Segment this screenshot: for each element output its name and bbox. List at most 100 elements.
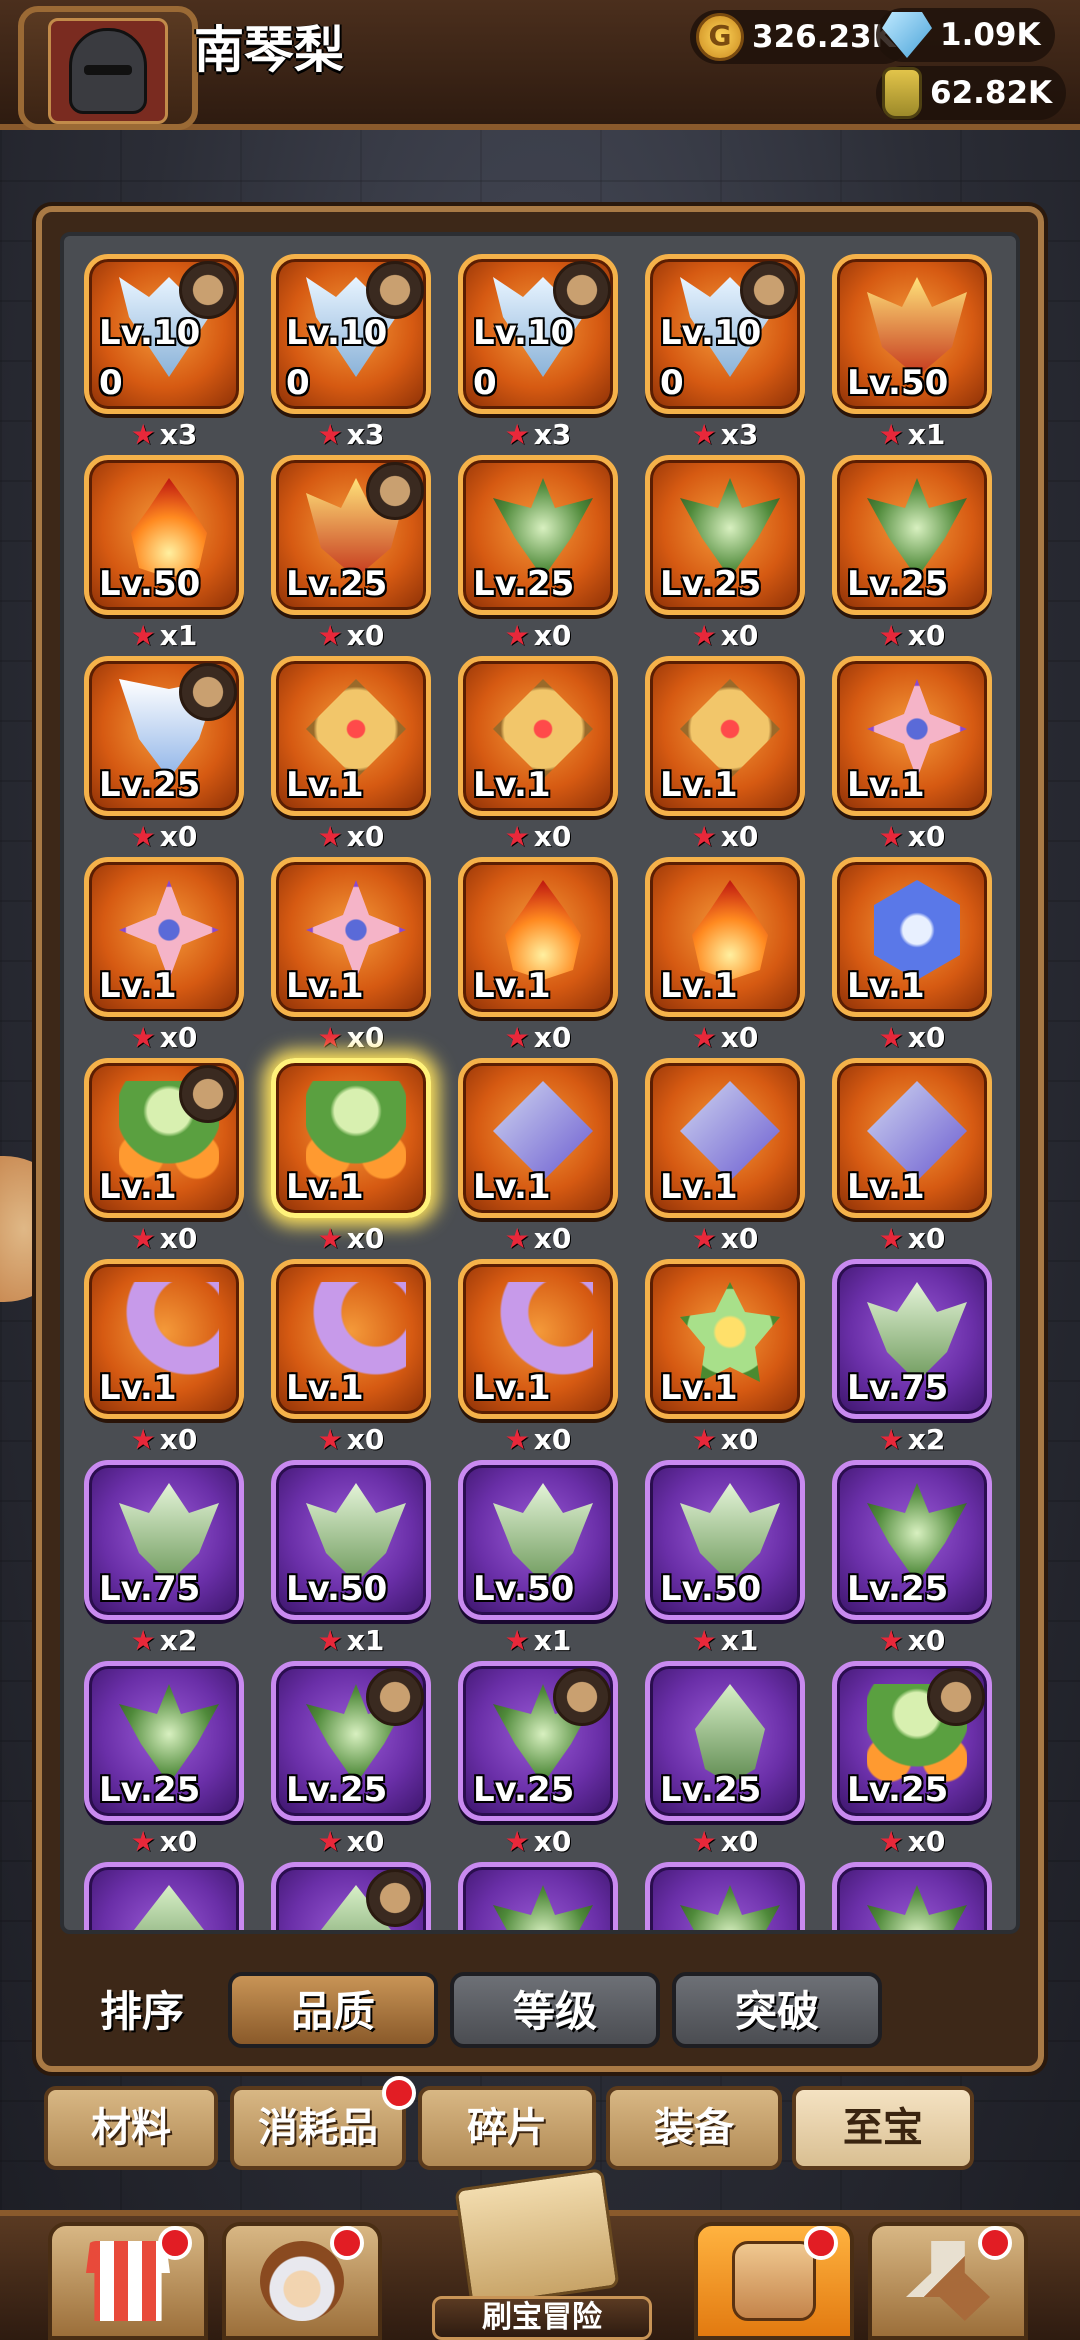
relic-slot[interactable]: Lv.10 0 ★ x3: [645, 254, 805, 454]
purple-relic-tile[interactable]: Lv.75: [84, 1460, 244, 1620]
orange-relic-tile[interactable]: Lv.1: [84, 1259, 244, 1419]
relic-slot[interactable]: Lv.25 ★ x0: [832, 455, 992, 655]
orange-relic-tile[interactable]: Lv.1: [458, 656, 618, 816]
purple-relic-tile[interactable]: [458, 1862, 618, 1930]
relic-slot[interactable]: Lv.1 ★ x0: [832, 656, 992, 856]
gem-counter[interactable]: 1.09K: [876, 8, 1055, 62]
relic-slot[interactable]: Lv.50 ★ x1: [458, 1460, 618, 1660]
relic-slot[interactable]: Lv.25 ★ x0: [271, 455, 431, 655]
orange-relic-tile[interactable]: Lv.10 0: [458, 254, 618, 414]
relic-slot[interactable]: [458, 1862, 618, 1930]
relic-slot[interactable]: Lv.25 ★ x0: [458, 1661, 618, 1861]
relic-slot[interactable]: Lv.25 ★ x0: [832, 1661, 992, 1861]
orange-relic-tile[interactable]: Lv.1: [645, 656, 805, 816]
relic-slot[interactable]: Lv.1 ★ x0: [458, 1058, 618, 1258]
relic-slot[interactable]: [645, 1862, 805, 1930]
relic-slot[interactable]: Lv.10 0 ★ x3: [271, 254, 431, 454]
purple-relic-tile[interactable]: Lv.25: [84, 1661, 244, 1821]
orange-relic-tile[interactable]: Lv.25: [271, 455, 431, 615]
relic-slot[interactable]: Lv.25 ★ x0: [458, 455, 618, 655]
orange-relic-tile[interactable]: Lv.1: [84, 1058, 244, 1218]
orange-relic-tile[interactable]: Lv.1: [832, 656, 992, 816]
relic-slot[interactable]: Lv.50 ★ x1: [832, 254, 992, 454]
relic-slot[interactable]: Lv.50 ★ x1: [84, 455, 244, 655]
relic-slot[interactable]: Lv.1 ★ x0: [645, 857, 805, 1057]
relic-slot[interactable]: Lv.25 ★ x0: [645, 455, 805, 655]
relic-slot[interactable]: Lv.25 ★ x0: [84, 656, 244, 856]
relic-slot[interactable]: Lv.75 ★ x2: [84, 1460, 244, 1660]
orange-relic-tile[interactable]: Lv.10 0: [271, 254, 431, 414]
purple-relic-tile[interactable]: Lv.25: [832, 1661, 992, 1821]
orange-relic-tile[interactable]: Lv.1: [271, 1259, 431, 1419]
relic-slot[interactable]: Lv.75 ★ x2: [832, 1259, 992, 1459]
relic-slot[interactable]: Lv.25 ★ x0: [832, 1460, 992, 1660]
relic-slot[interactable]: Lv.1 ★ x0: [84, 857, 244, 1057]
relic-slot[interactable]: Lv.1 ★ x0: [271, 1259, 431, 1459]
purple-relic-tile[interactable]: [645, 1862, 805, 1930]
relic-slot[interactable]: Lv.1 ★ x0: [271, 656, 431, 856]
relic-slot[interactable]: Lv.1 ★ x0: [645, 1058, 805, 1258]
orange-relic-tile[interactable]: Lv.50: [84, 455, 244, 615]
orange-relic-tile[interactable]: Lv.10 0: [84, 254, 244, 414]
nav-treasure-adventure[interactable]: 刷宝冒险: [392, 2168, 688, 2340]
purple-relic-tile[interactable]: [84, 1862, 244, 1930]
orange-relic-tile[interactable]: Lv.1: [832, 857, 992, 1017]
orange-relic-tile[interactable]: Lv.1: [84, 857, 244, 1017]
relic-slot[interactable]: Lv.1 ★ x0: [458, 1259, 618, 1459]
potion-counter[interactable]: 62.82K: [876, 66, 1067, 120]
purple-relic-tile[interactable]: Lv.50: [645, 1460, 805, 1620]
orange-relic-tile[interactable]: Lv.1: [458, 1058, 618, 1218]
orange-relic-tile[interactable]: Lv.25: [84, 656, 244, 816]
purple-relic-tile[interactable]: Lv.75: [832, 1259, 992, 1419]
relic-slot[interactable]: Lv.1 ★ x0: [832, 1058, 992, 1258]
relic-slot[interactable]: Lv.50 ★ x1: [645, 1460, 805, 1660]
sort-breakthrough-button[interactable]: 突破: [672, 1972, 882, 2048]
orange-relic-tile[interactable]: Lv.1: [645, 1259, 805, 1419]
sort-level-button[interactable]: 等级: [450, 1972, 660, 2048]
sort-quality-button[interactable]: 品质: [228, 1972, 438, 2048]
relic-slot[interactable]: Lv.25 ★ x0: [645, 1661, 805, 1861]
relic-slot[interactable]: Lv.1 ★ x0: [832, 857, 992, 1057]
orange-relic-tile[interactable]: Lv.1: [271, 857, 431, 1017]
relic-slot[interactable]: Lv.1 ★ x0: [645, 656, 805, 856]
relic-slot[interactable]: Lv.1 ★ x0: [271, 1058, 431, 1258]
tab-consumables[interactable]: 消耗品: [230, 2086, 406, 2170]
relic-slot[interactable]: Lv.10 0 ★ x3: [458, 254, 618, 454]
relic-slot[interactable]: Lv.1 ★ x0: [271, 857, 431, 1057]
relic-slot[interactable]: Lv.50 ★ x1: [271, 1460, 431, 1660]
purple-relic-tile[interactable]: Lv.25: [645, 1661, 805, 1821]
orange-relic-tile[interactable]: Lv.1: [271, 656, 431, 816]
orange-relic-tile[interactable]: Lv.1: [645, 1058, 805, 1218]
purple-relic-tile[interactable]: [832, 1862, 992, 1930]
relic-slot[interactable]: Lv.1 ★ x0: [458, 656, 618, 856]
orange-relic-tile[interactable]: Lv.1: [458, 1259, 618, 1419]
relic-slot[interactable]: Lv.1 ★ x0: [84, 1259, 244, 1459]
orange-relic-tile[interactable]: Lv.1: [832, 1058, 992, 1218]
tab-materials[interactable]: 材料: [44, 2086, 218, 2170]
purple-relic-tile[interactable]: Lv.25: [832, 1460, 992, 1620]
purple-relic-tile[interactable]: Lv.50: [271, 1460, 431, 1620]
player-avatar[interactable]: [18, 6, 198, 130]
orange-relic-tile[interactable]: Lv.50: [832, 254, 992, 414]
purple-relic-tile[interactable]: [271, 1862, 431, 1930]
relic-slot[interactable]: [271, 1862, 431, 1930]
relic-slot[interactable]: Lv.1 ★ x0: [645, 1259, 805, 1459]
orange-relic-tile[interactable]: Lv.1: [458, 857, 618, 1017]
orange-relic-tile[interactable]: Lv.25: [645, 455, 805, 615]
orange-relic-tile[interactable]: Lv.10 0: [645, 254, 805, 414]
purple-relic-tile[interactable]: Lv.25: [458, 1661, 618, 1821]
orange-relic-tile[interactable]: Lv.25: [832, 455, 992, 615]
relic-slot[interactable]: [832, 1862, 992, 1930]
relic-slot[interactable]: Lv.25 ★ x0: [84, 1661, 244, 1861]
relic-slot[interactable]: Lv.10 0 ★ x3: [84, 254, 244, 454]
orange-relic-tile[interactable]: Lv.25: [458, 455, 618, 615]
purple-relic-tile[interactable]: Lv.50: [458, 1460, 618, 1620]
tab-treasures[interactable]: 至宝: [792, 2086, 974, 2170]
orange-relic-tile[interactable]: Lv.1: [271, 1058, 431, 1218]
relic-slot[interactable]: Lv.1 ★ x0: [84, 1058, 244, 1258]
relic-slot[interactable]: Lv.25 ★ x0: [271, 1661, 431, 1861]
tab-equipment[interactable]: 装备: [606, 2086, 782, 2170]
relic-slot[interactable]: [84, 1862, 244, 1930]
purple-relic-tile[interactable]: Lv.25: [271, 1661, 431, 1821]
orange-relic-tile[interactable]: Lv.1: [645, 857, 805, 1017]
